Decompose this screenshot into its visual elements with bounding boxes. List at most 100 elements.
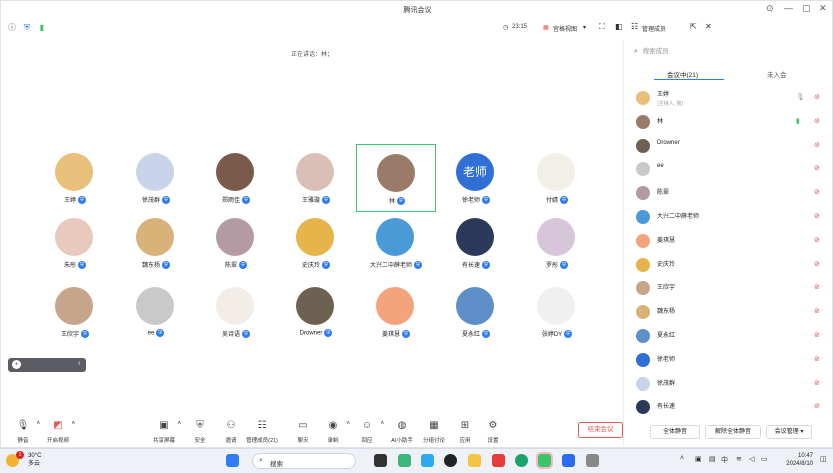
app-icon-1[interactable] xyxy=(374,454,387,467)
participant-tile[interactable]: ee ⛨ xyxy=(116,285,196,345)
chat-button[interactable]: ▭ 聊天 xyxy=(286,419,320,447)
app-icon-3[interactable] xyxy=(421,454,434,467)
tray-app-icon[interactable]: ▣ xyxy=(695,455,702,463)
wps-icon[interactable] xyxy=(492,454,505,467)
settings-button[interactable]: ⚙ 设置 xyxy=(476,419,510,447)
member-row[interactable]: 林 ▮ ⊘ xyxy=(624,111,833,133)
member-row[interactable]: 史庆玲 ⊘ xyxy=(624,254,833,276)
participant-tile[interactable]: 史庆玲 ⛨ xyxy=(276,216,356,276)
unmute-all-button[interactable]: 解除全体静音 xyxy=(705,425,761,439)
meeting-management-button[interactable]: 会议管理 ▾ xyxy=(766,425,812,439)
end-meeting-button[interactable]: 结束会议 xyxy=(578,422,623,438)
tab-not-joined[interactable]: 未入会 xyxy=(767,69,787,79)
camera-off-button[interactable]: ◩ 开启视频 ˄ xyxy=(41,419,75,447)
close-panel-icon[interactable]: ✕ xyxy=(705,22,712,31)
member-row[interactable]: 徐茂群 ⊘ xyxy=(624,373,833,395)
members-icon[interactable]: ☷ xyxy=(631,22,638,31)
member-row[interactable]: 陈翠 ⊘ xyxy=(624,182,833,204)
add-icon[interactable]: + xyxy=(12,360,21,369)
member-mic-icon[interactable]: 🎙 xyxy=(796,93,805,101)
participant-tile[interactable]: 林 ⛨ xyxy=(356,144,436,212)
member-camera-off-icon[interactable]: ⊘ xyxy=(814,93,820,101)
tencent-meeting-icon[interactable] xyxy=(536,452,553,469)
member-search[interactable]: ⌕ 搜索成员 xyxy=(634,45,824,59)
invite-button[interactable]: ⚇ 邀请 xyxy=(214,419,248,447)
member-camera-off-icon[interactable]: ⊘ xyxy=(814,164,820,172)
shield-icon[interactable]: ⛨ xyxy=(22,23,32,33)
member-row[interactable]: 王婷 (主持人, 我) 🎙 ⊘ xyxy=(624,87,833,109)
member-row[interactable]: 徐老师 ⊘ xyxy=(624,349,833,371)
member-row[interactable]: 姜琪慧 ⊘ xyxy=(624,230,833,252)
participant-tile[interactable]: 罗彤 ⛨ xyxy=(517,216,597,276)
breakout-button[interactable]: ▦ 分组讨论 xyxy=(417,419,451,447)
weather-widget[interactable]: 30°C 多云 xyxy=(28,452,41,468)
participant-tile[interactable]: 王婷 ⛨ xyxy=(35,151,115,211)
member-mic-icon[interactable]: ▮ xyxy=(796,117,800,125)
chevron-up-icon[interactable]: ˄ xyxy=(36,421,40,427)
participant-tile[interactable]: 陈翠 ⛨ xyxy=(196,216,276,276)
maximize-icon[interactable]: ▢ xyxy=(802,3,811,14)
participant-tile[interactable]: 郑雨佳 ⛨ xyxy=(196,151,276,211)
close-icon[interactable]: ✕ xyxy=(819,3,827,14)
participant-tile[interactable]: 王雅璇 ⛨ xyxy=(276,151,356,211)
info-icon[interactable]: ⓘ xyxy=(7,23,17,33)
file-explorer-icon[interactable] xyxy=(468,454,481,467)
chevron-up-icon[interactable]: ˄ xyxy=(71,421,75,427)
participant-tile[interactable]: 老师 徐老师 ⛨ xyxy=(436,151,516,211)
member-row[interactable]: 有长速 ⊘ xyxy=(624,396,833,418)
chevron-down-icon[interactable]: ▾ xyxy=(583,24,586,31)
member-camera-off-icon[interactable]: ⊘ xyxy=(814,236,820,244)
member-camera-off-icon[interactable]: ⊘ xyxy=(814,331,820,339)
notification-icon[interactable]: ◫ xyxy=(820,455,827,463)
battery-icon[interactable]: ▭ xyxy=(761,455,768,463)
volume-icon[interactable]: ◁ xyxy=(749,455,754,463)
participant-tile[interactable]: 吴诗语 ⛨ xyxy=(196,285,276,345)
clock[interactable]: 10:47 2024/8/10 xyxy=(775,452,813,468)
chevron-up-icon[interactable]: ˄ xyxy=(680,455,684,462)
mic-button[interactable]: 🎙 静音 ˄ xyxy=(6,419,40,447)
member-row[interactable]: 夏永红 ⊘ xyxy=(624,325,833,347)
participant-tile[interactable]: Drowner ⛨ xyxy=(276,285,356,345)
members-button[interactable]: ☷ 管理成员(21) xyxy=(245,419,279,447)
member-camera-off-icon[interactable]: ⊘ xyxy=(814,260,820,268)
participant-tile[interactable]: 大兴二中薛老师 ⛨ xyxy=(356,216,436,276)
participant-tile[interactable]: 张婷DY ⛨ xyxy=(517,285,597,345)
manage-members-header[interactable]: 管理成员 xyxy=(642,24,666,33)
reaction-button[interactable]: ☺ 回应 ˄ xyxy=(350,419,384,447)
qq-icon[interactable] xyxy=(444,454,457,467)
share-screen-button[interactable]: ▣ 共享屏幕 ˄ xyxy=(147,419,181,447)
mute-all-button[interactable]: 全体静音 xyxy=(650,425,700,439)
member-camera-off-icon[interactable]: ⊘ xyxy=(814,355,820,363)
participant-tile[interactable]: 姜琪慧 ⛨ xyxy=(356,285,436,345)
view-switch-button[interactable]: 宫格视图 xyxy=(553,24,577,33)
chevron-up-icon[interactable]: ˄ xyxy=(177,421,181,427)
chevron-left-icon[interactable]: ‹ xyxy=(78,360,80,367)
member-camera-off-icon[interactable]: ⊘ xyxy=(814,212,820,220)
taskbar-search[interactable]: ⌕ 搜索 xyxy=(252,453,356,469)
edge-icon[interactable] xyxy=(515,454,528,467)
participant-tile[interactable]: 付婧 ⛨ xyxy=(517,151,597,211)
tab-in-meeting[interactable]: 会议中(21) xyxy=(667,69,698,79)
record-button[interactable]: ◉ 录制 ˄ xyxy=(316,419,350,447)
shield-button[interactable]: ⛨ 安全 xyxy=(183,419,217,447)
app-icon-2[interactable] xyxy=(398,454,411,467)
start-icon[interactable] xyxy=(226,454,239,467)
participant-tile[interactable]: 有长速 ⛨ xyxy=(436,216,516,276)
participant-tile[interactable]: 朱彤 ⛨ xyxy=(35,216,115,276)
app-icon-5[interactable] xyxy=(586,454,599,467)
member-camera-off-icon[interactable]: ⊘ xyxy=(814,379,820,387)
participant-tile[interactable]: 王欣宇 ⛨ xyxy=(35,285,115,345)
member-camera-off-icon[interactable]: ⊘ xyxy=(814,402,820,410)
member-row[interactable]: 大兴二中薛老师 ⊘ xyxy=(624,206,833,228)
fullscreen-icon[interactable]: ⛶ xyxy=(599,22,605,32)
chevron-up-icon[interactable]: ˄ xyxy=(380,421,384,427)
tray-app-icon-2[interactable]: ▤ xyxy=(709,455,716,463)
ai-assistant-button[interactable]: ◍ AI小助手 xyxy=(385,419,419,447)
popout-icon[interactable]: ⇱ xyxy=(690,22,697,31)
wifi-icon[interactable]: ≋ xyxy=(736,455,742,463)
app-icon-4[interactable] xyxy=(562,454,575,467)
member-row[interactable]: 王欣宇 ⊘ xyxy=(624,277,833,299)
signal-icon[interactable]: ▮ xyxy=(37,23,47,33)
member-row[interactable]: 魏东杨 ⊘ xyxy=(624,301,833,323)
member-row[interactable]: ee ⊘ xyxy=(624,158,833,180)
